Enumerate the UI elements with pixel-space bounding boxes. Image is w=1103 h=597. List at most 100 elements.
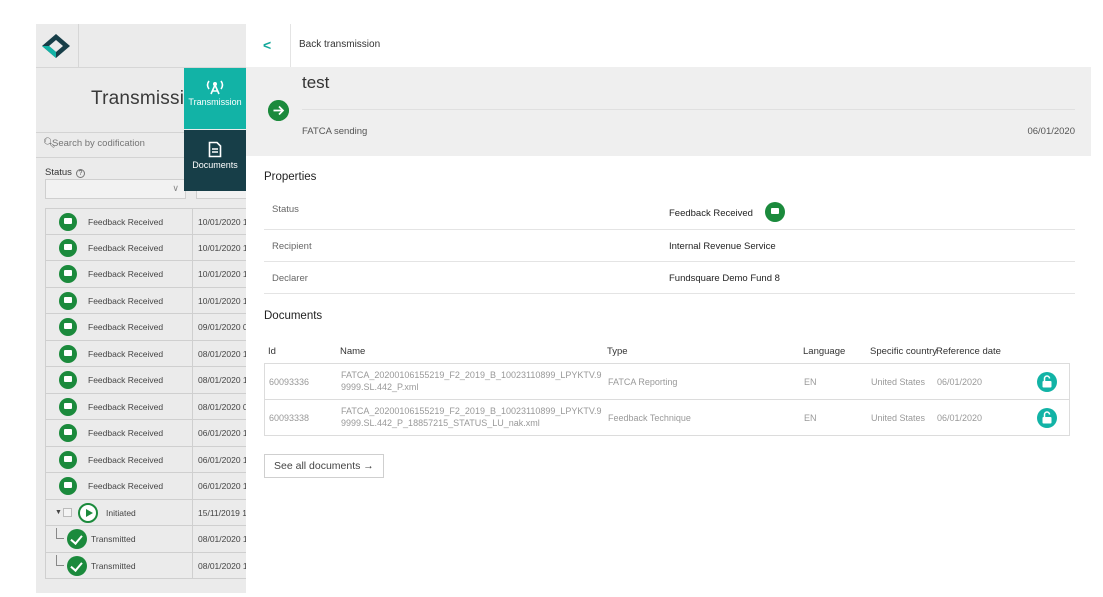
- property-key: Declarer: [272, 273, 308, 284]
- transmission-header: test FATCA sending 06/01/2020: [246, 67, 1091, 156]
- row-status: Feedback Received: [88, 454, 164, 465]
- doc-type: Feedback Technique: [608, 413, 691, 423]
- feedback-icon: [59, 291, 77, 310]
- doc-country: United States: [871, 413, 926, 423]
- status-filter-select[interactable]: ∨: [45, 179, 186, 199]
- feedback-status-icon: [765, 202, 785, 222]
- row-date: 08/01/2020 1: [192, 526, 246, 552]
- table-row-initiated[interactable]: ▼ Initiated 15/11/2019 1: [45, 499, 246, 526]
- row-date: 09/01/2020 0: [192, 314, 246, 340]
- doc-language: EN: [804, 413, 817, 423]
- check-icon: [67, 555, 87, 576]
- tree-connector: [56, 528, 64, 539]
- doc-id: 60093338: [269, 413, 310, 423]
- antenna-icon: [206, 80, 224, 95]
- feedback-icon: [59, 397, 77, 416]
- table-row[interactable]: Feedback Received 08/01/2020 0: [45, 393, 246, 420]
- table-row[interactable]: Feedback Received 06/01/2020 1: [45, 473, 246, 500]
- row-date: 06/01/2020 1: [192, 420, 246, 446]
- back-button[interactable]: Back transmission: [299, 39, 380, 50]
- help-icon[interactable]: ?: [75, 169, 85, 178]
- tab-documents-label: Documents: [192, 160, 238, 170]
- arrow-right-icon: [268, 100, 289, 121]
- transmission-type: FATCA sending: [302, 126, 368, 137]
- check-icon: [67, 529, 87, 549]
- table-row[interactable]: Feedback Received 10/01/2020 1: [45, 234, 246, 261]
- column-header-language[interactable]: Language: [803, 346, 845, 357]
- transmission-detail-panel: < Back transmission test FATCA sending 0…: [246, 24, 1091, 597]
- tree-connector: [56, 554, 64, 566]
- table-row[interactable]: Feedback Received 06/01/2020 1: [45, 420, 246, 447]
- column-header-type[interactable]: Type: [607, 346, 628, 357]
- status-filter-label-text: Status: [45, 167, 72, 178]
- row-date: 08/01/2020 1: [192, 367, 246, 393]
- feedback-icon: [59, 238, 77, 257]
- table-row[interactable]: Feedback Received 08/01/2020 1: [45, 367, 246, 394]
- doc-language: EN: [804, 377, 817, 387]
- doc-reference-date: 06/01/2020: [937, 413, 983, 423]
- panel-toolbar: < Back transmission: [246, 24, 1091, 67]
- row-status: Transmitted: [91, 560, 136, 571]
- see-all-documents-button[interactable]: See all documents →: [264, 454, 384, 478]
- table-row[interactable]: Feedback Received 10/01/2020 1: [45, 287, 246, 314]
- row-status: Feedback Received: [88, 217, 164, 227]
- tab-documents[interactable]: Documents: [184, 130, 246, 191]
- row-date: 10/01/2020 1: [192, 234, 246, 260]
- feedback-icon: [59, 424, 77, 442]
- divider: [290, 24, 291, 67]
- document-icon: [208, 141, 222, 158]
- properties-title: Properties: [264, 171, 317, 183]
- column-header-reference-date[interactable]: Reference date: [936, 346, 1001, 357]
- row-date: 10/01/2020 1: [192, 287, 246, 313]
- status-filter-label: Status?: [45, 167, 85, 178]
- doc-country: United States: [871, 377, 926, 387]
- row-date: 06/01/2020 1: [192, 446, 246, 472]
- unlock-icon[interactable]: [1037, 372, 1057, 392]
- property-value: Fundsquare Demo Fund 8: [669, 273, 780, 284]
- documents-table: 60093336 FATCA_20200106155219_F2_2019_B_…: [264, 363, 1070, 436]
- column-header-name[interactable]: Name: [340, 346, 365, 357]
- play-icon: [78, 502, 98, 523]
- tab-transmission[interactable]: Transmission: [184, 68, 246, 129]
- properties-list: Status Feedback Received Recipient Inter…: [264, 189, 1075, 294]
- doc-name[interactable]: FATCA_20200106155219_F2_2019_B_100231108…: [341, 405, 606, 429]
- expand-caret-icon[interactable]: ▼: [55, 509, 62, 516]
- property-value: Feedback Received: [669, 208, 753, 219]
- documents-title: Documents: [264, 310, 323, 322]
- column-header-country[interactable]: Specific country: [870, 346, 937, 357]
- row-status: Feedback Received: [88, 401, 164, 412]
- chevron-left-icon[interactable]: <: [263, 38, 271, 52]
- document-row[interactable]: 60093336 FATCA_20200106155219_F2_2019_B_…: [265, 364, 1069, 400]
- document-row[interactable]: 60093338 FATCA_20200106155219_F2_2019_B_…: [265, 400, 1069, 436]
- property-key: Status: [272, 204, 299, 215]
- divider: [302, 109, 1075, 110]
- table-row-child[interactable]: Transmitted 08/01/2020 1: [45, 526, 246, 553]
- property-key: Recipient: [272, 241, 312, 252]
- row-checkbox[interactable]: [63, 507, 72, 517]
- doc-reference-date: 06/01/2020: [937, 377, 983, 387]
- feedback-icon: [59, 477, 77, 495]
- table-row[interactable]: Feedback Received 06/01/2020 1: [45, 446, 246, 473]
- row-date: 08/01/2020 1: [192, 340, 246, 366]
- feedback-icon: [59, 213, 77, 231]
- table-row[interactable]: Feedback Received 09/01/2020 0: [45, 314, 246, 341]
- row-status: Feedback Received: [88, 428, 164, 438]
- property-row-recipient: Recipient Internal Revenue Service: [264, 230, 1075, 262]
- doc-type: FATCA Reporting: [608, 377, 678, 387]
- unlock-icon[interactable]: [1037, 408, 1057, 428]
- property-row-status: Status Feedback Received: [264, 189, 1075, 230]
- doc-name[interactable]: FATCA_20200106155219_F2_2019_B_100231108…: [341, 369, 606, 393]
- table-row-child[interactable]: Transmitted 08/01/2020 1: [45, 552, 246, 579]
- feedback-icon: [59, 318, 77, 336]
- row-status: Feedback Received: [88, 322, 164, 332]
- row-date: 08/01/2020 0: [192, 393, 246, 419]
- table-row[interactable]: Feedback Received 08/01/2020 1: [45, 340, 246, 367]
- row-date: 10/01/2020 1: [192, 209, 246, 234]
- table-row[interactable]: Feedback Received 10/01/2020 1: [45, 208, 246, 235]
- row-status: Feedback Received: [88, 269, 164, 279]
- column-header-id[interactable]: Id: [268, 346, 276, 357]
- divider: [78, 24, 79, 68]
- table-row[interactable]: Feedback Received 10/01/2020 1: [45, 261, 246, 288]
- app-logo[interactable]: [40, 30, 72, 62]
- feedback-icon: [59, 344, 77, 363]
